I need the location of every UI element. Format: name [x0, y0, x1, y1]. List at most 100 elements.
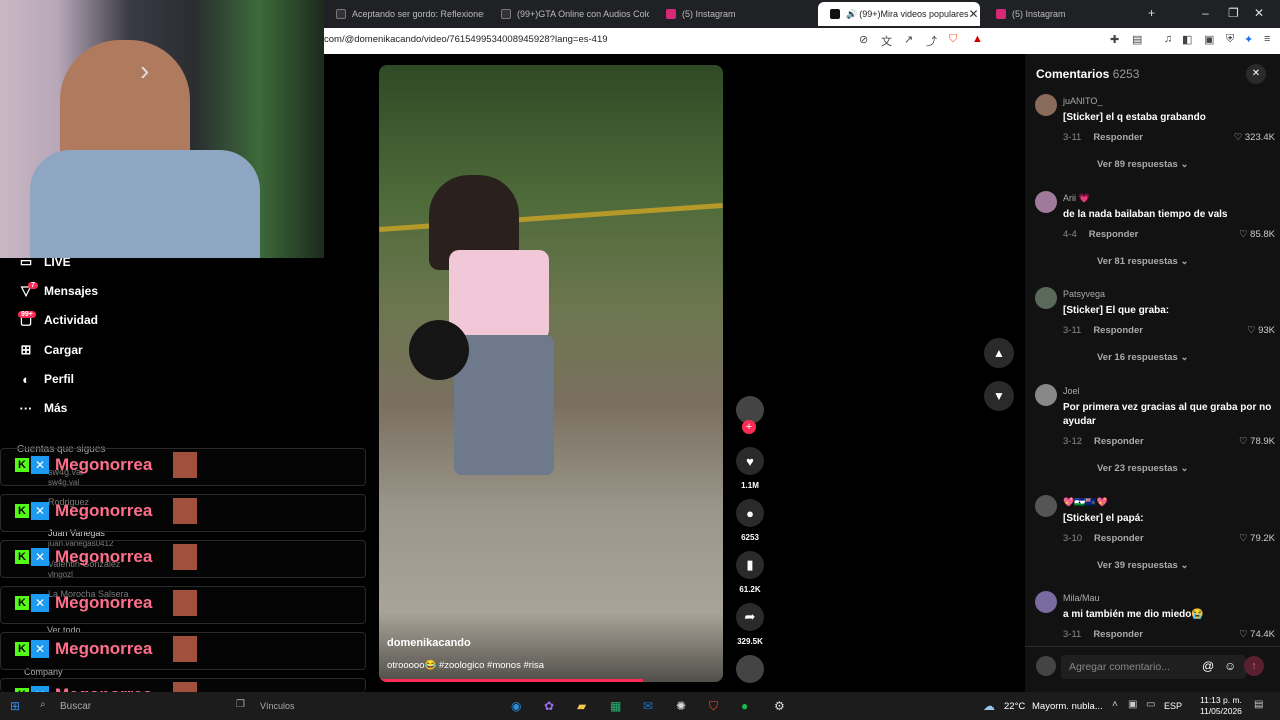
reply-button[interactable]: Responder	[1093, 132, 1143, 143]
task-view-icon[interactable]: ❐	[236, 699, 245, 710]
menu-icon[interactable]: ≡	[1264, 33, 1270, 45]
comment-likes[interactable]: ♡ 323.4K	[1234, 132, 1275, 143]
avatar[interactable]	[1035, 94, 1057, 116]
avatar[interactable]	[1035, 287, 1057, 309]
x-icon: ✕	[31, 594, 49, 612]
language-indicator[interactable]: ESP	[1164, 701, 1182, 711]
vinculos-toolbar[interactable]: Vínculos	[260, 701, 295, 711]
comment-likes[interactable]: ♡ 74.4K	[1239, 629, 1275, 640]
comment-likes[interactable]: ♡ 78.9K	[1239, 436, 1275, 447]
view-replies-button[interactable]: Ver 81 respuestas ⌄	[1097, 256, 1188, 267]
translate-icon[interactable]: 文	[881, 33, 892, 49]
send-comment-button[interactable]: ↑	[1244, 656, 1264, 676]
comment-input[interactable]: Agregar comentario... @ ☺	[1061, 655, 1246, 679]
previous-video-button[interactable]: ▲	[984, 338, 1014, 368]
heart-icon: ♥	[736, 447, 764, 475]
close-comments-icon[interactable]: ✕	[1246, 64, 1266, 84]
edge-icon[interactable]: ◉	[511, 699, 521, 713]
url-text[interactable]: com/@domenikacando/video/761549953400894…	[324, 34, 608, 45]
view-replies-button[interactable]: Ver 16 respuestas ⌄	[1097, 352, 1188, 363]
taskbar-search[interactable]: Buscar	[60, 701, 91, 712]
browser-tab-active[interactable]: 🔊 (99+)Mira videos populares ✕	[818, 2, 980, 26]
chevron-down-icon: ▼	[993, 389, 1005, 403]
comment-likes[interactable]: ♡ 93K	[1247, 325, 1275, 336]
avatar[interactable]	[1035, 384, 1057, 406]
webcam-overlay: ›	[0, 0, 324, 258]
wallet-icon[interactable]: ▣	[1204, 33, 1214, 46]
reply-button[interactable]: Responder	[1089, 229, 1139, 240]
emoji-icon[interactable]: ☺	[1224, 659, 1236, 673]
sidebar-icon[interactable]: ◧	[1182, 33, 1192, 46]
address-bar[interactable]: com/@domenikacando/video/761549953400894…	[324, 28, 1280, 54]
notifications-icon[interactable]: ▤	[1254, 699, 1263, 710]
vpn-icon[interactable]: ✦	[1244, 33, 1253, 46]
kick-icon: K	[15, 642, 29, 656]
copilot-icon[interactable]: ✿	[544, 699, 554, 713]
extensions-icon[interactable]: ✚	[1110, 33, 1119, 46]
taskbar-search-icon[interactable]: ⌕	[40, 699, 46, 710]
follow-plus-icon[interactable]: +	[742, 420, 756, 434]
weather-temp[interactable]: 22°C	[1004, 701, 1025, 712]
comment-likes[interactable]: ♡ 79.2K	[1239, 533, 1275, 544]
view-replies-button[interactable]: Ver 23 respuestas ⌄	[1097, 463, 1188, 474]
tray-app-icon[interactable]: ▣	[1128, 699, 1137, 710]
view-replies-button[interactable]: Ver 89 respuestas ⌄	[1097, 159, 1188, 170]
mention-icon[interactable]: @	[1202, 659, 1214, 673]
reading-list-icon[interactable]: ▤	[1132, 33, 1142, 46]
brave-shield-icon[interactable]: ⛉	[949, 33, 957, 46]
file-explorer-icon[interactable]: ▰	[577, 699, 586, 713]
share-icon[interactable]: ⤴	[926, 33, 937, 49]
stream-alert-row: K✕Megonorrea	[0, 540, 366, 578]
close-window-icon[interactable]: ✕	[1254, 6, 1264, 20]
nav-mas[interactable]: ··· Más	[18, 397, 68, 419]
reply-button[interactable]: Responder	[1094, 533, 1144, 544]
nav-perfil[interactable]: ◐ Perfil	[18, 368, 74, 390]
browser-tab[interactable]: (5) Instagram	[654, 2, 814, 26]
save-button[interactable]: ▮ 61.2K	[736, 551, 764, 594]
no-image-icon[interactable]: ⊘	[859, 33, 868, 46]
windows-start-icon[interactable]: ⊞	[10, 699, 20, 713]
outlook-icon[interactable]: ✉	[643, 699, 653, 713]
reply-button[interactable]: Responder	[1093, 629, 1143, 640]
browser-tab[interactable]: (5) Instagram	[984, 2, 1144, 26]
avatar[interactable]	[1035, 495, 1057, 517]
comment-likes[interactable]: ♡ 85.8K	[1239, 229, 1275, 240]
open-external-icon[interactable]: ↗	[904, 33, 913, 46]
rewards-icon[interactable]: ▲	[972, 33, 983, 45]
chatgpt-icon[interactable]: ✺	[676, 699, 686, 713]
tray-chevron-icon[interactable]: ˄	[1112, 699, 1118, 710]
store-icon[interactable]: ▦	[610, 699, 621, 713]
view-replies-button[interactable]: Ver 39 respuestas ⌄	[1097, 560, 1188, 571]
share-button[interactable]: ➦ 329.5K	[736, 603, 764, 646]
close-tab-icon[interactable]: ✕	[969, 7, 979, 21]
avatar	[173, 452, 197, 478]
avatar[interactable]	[1035, 191, 1057, 213]
media-icon[interactable]: ♫	[1164, 33, 1172, 45]
new-tab-icon[interactable]: +	[1148, 6, 1155, 20]
progress-bar[interactable]	[379, 679, 643, 682]
instagram-icon	[666, 9, 676, 19]
music-disc[interactable]	[736, 655, 764, 683]
person-jeans	[454, 335, 554, 475]
shield-icon[interactable]: ⛨	[1226, 33, 1234, 46]
clock[interactable]: 11:13 p. m. 11/05/2026	[1200, 695, 1242, 717]
profile-icon: ◐	[22, 371, 30, 387]
brave-icon[interactable]: ⛉	[709, 699, 718, 714]
spotify-icon[interactable]: ●	[741, 699, 748, 713]
browser-tab[interactable]: (99+)GTA Online con Audios Colomb	[489, 2, 649, 26]
reply-button[interactable]: Responder	[1093, 325, 1143, 336]
minimize-icon[interactable]: –	[1202, 6, 1209, 20]
video-author[interactable]: domenikacando	[387, 637, 471, 649]
browser-tab[interactable]: Aceptando ser gordo: Reflexiones y	[324, 2, 484, 26]
reply-button[interactable]: Responder	[1094, 436, 1144, 447]
avatar[interactable]	[1035, 591, 1057, 613]
maximize-icon[interactable]: ❐	[1228, 6, 1239, 20]
network-icon[interactable]: ▭	[1146, 699, 1155, 710]
video-player[interactable]: domenikacando otrooooo😂 #zoologico #mono…	[379, 65, 723, 682]
like-button[interactable]: ♥ 1.1M	[736, 447, 764, 490]
next-video-button[interactable]: ▼	[984, 381, 1014, 411]
nav-cargar[interactable]: ⊞ Cargar	[18, 339, 83, 361]
comment-button[interactable]: ● 6253	[736, 499, 764, 542]
weather-desc[interactable]: Mayorm. nubla...	[1032, 701, 1103, 712]
settings-gear-icon[interactable]: ⚙	[774, 699, 785, 713]
